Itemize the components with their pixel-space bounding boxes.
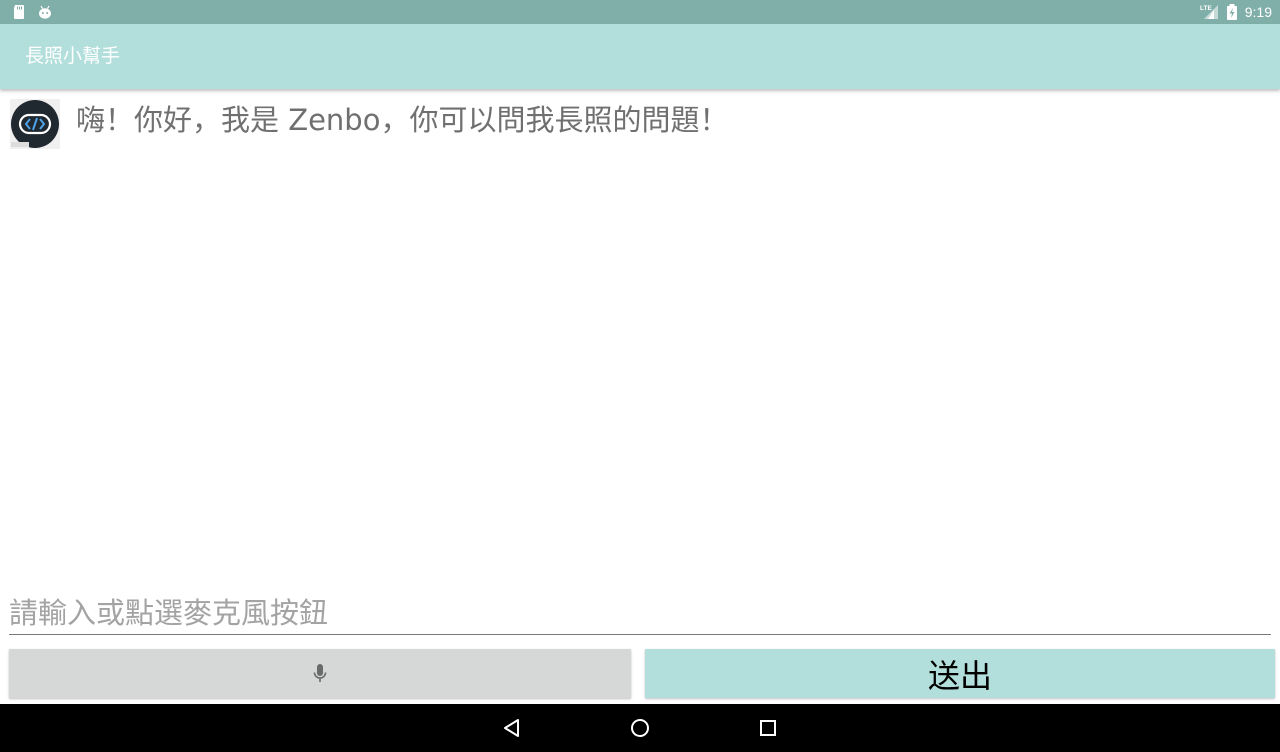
lte-label: LTE <box>1200 5 1212 12</box>
zenbo-code-logo-icon <box>10 99 60 149</box>
battery-charging-icon <box>1227 4 1237 20</box>
avatar <box>10 99 60 149</box>
microphone-icon <box>313 663 327 682</box>
microphone-button[interactable] <box>9 649 631 698</box>
bot-message: 嗨！你好，我是 Zenbo，你可以問我長照的問題！ <box>76 103 729 137</box>
recents-icon[interactable] <box>756 716 780 740</box>
navigation-bar <box>0 704 1280 752</box>
message-input-container <box>9 592 1271 635</box>
home-icon[interactable] <box>628 716 652 740</box>
send-button[interactable]: 送出 <box>645 649 1275 698</box>
chat-area[interactable]: 嗨！你好，我是 Zenbo，你可以問我長照的問題！ 送出 <box>0 89 1280 704</box>
app-bar: 長照小幫手 <box>0 24 1280 89</box>
app-title: 長照小幫手 <box>25 45 121 67</box>
android-debug-icon <box>39 5 51 19</box>
status-bar: LTE 9:19 <box>0 0 1280 24</box>
back-icon[interactable] <box>500 716 524 740</box>
message-input[interactable] <box>9 592 1271 634</box>
clock: 9:19 <box>1244 4 1272 20</box>
lte-signal-icon: LTE <box>1200 5 1218 19</box>
sd-card-icon <box>14 5 24 19</box>
